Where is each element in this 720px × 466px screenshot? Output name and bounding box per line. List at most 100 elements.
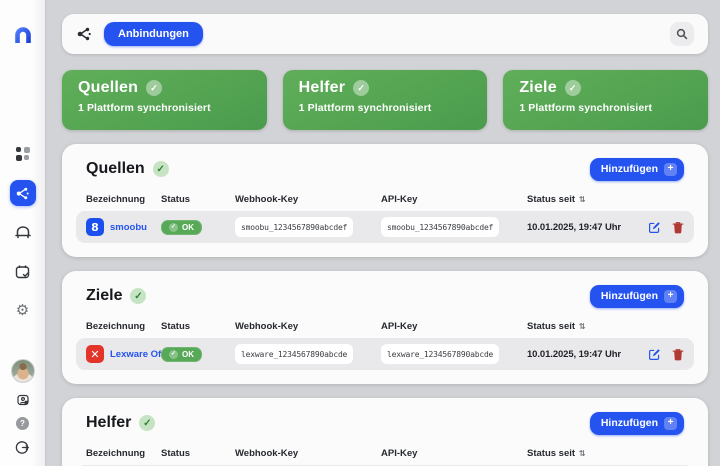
- col-bezeichnung: Bezeichnung: [86, 321, 161, 332]
- col-webhook-key: Webhook-Key: [235, 194, 381, 205]
- add-button-label: Hinzufügen: [601, 290, 658, 302]
- summary-card-title: Helfer: [299, 79, 346, 97]
- add-button[interactable]: Hinzufügen +: [590, 285, 684, 308]
- delete-button[interactable]: [672, 221, 684, 234]
- summary-card-helfer[interactable]: Helfer ✓ 1 Plattform synchronisiert: [283, 70, 488, 130]
- smoobu-logo: 8: [86, 218, 104, 236]
- col-api-key: API-Key: [381, 321, 527, 332]
- plus-icon: +: [664, 163, 677, 176]
- check-circle-icon: ✓: [169, 223, 178, 232]
- col-bezeichnung: Bezeichnung: [86, 448, 161, 459]
- summary-card-ziele[interactable]: Ziele ✓ 1 Plattform synchronisiert: [503, 70, 708, 130]
- sidebar-item-anbindungen[interactable]: [10, 180, 36, 206]
- lexware-logo: ✕: [86, 345, 104, 363]
- col-status-seit[interactable]: Status seit ⇅: [527, 321, 642, 332]
- platform-name-link[interactable]: smoobu: [110, 222, 147, 233]
- add-button-label: Hinzufügen: [601, 417, 658, 429]
- section-title: Helfer: [86, 414, 131, 432]
- sort-icon: ⇅: [579, 449, 586, 458]
- add-button[interactable]: Hinzufügen +: [590, 158, 684, 181]
- summary-card-subtitle: 1 Plattform synchronisiert: [78, 102, 251, 114]
- col-status-seit[interactable]: Status seit ⇅: [527, 194, 642, 205]
- main-content: Anbindungen Quellen ✓ 1 Plattform synchr…: [46, 0, 720, 466]
- table-header: Bezeichnung Status Webhook-Key API-Key S…: [76, 321, 694, 332]
- edit-icon: [648, 348, 661, 361]
- hebily-logo[interactable]: [13, 26, 33, 49]
- col-status: Status: [161, 321, 235, 332]
- check-circle-icon: ✓: [565, 80, 581, 96]
- feedback-icon: [16, 393, 30, 407]
- col-webhook-key: Webhook-Key: [235, 321, 381, 332]
- section-quellen: Quellen ✓ Hinzufügen + Bezeichnung Statu…: [62, 144, 708, 257]
- anbindungen-nav-button[interactable]: Anbindungen: [104, 22, 203, 46]
- dashboard-grid-icon: [16, 147, 30, 161]
- search-button[interactable]: [670, 22, 694, 46]
- calendar-check-icon: [14, 263, 31, 280]
- connections-nodes-icon: [76, 26, 92, 42]
- connections-nodes-icon: [15, 186, 30, 201]
- sort-icon: ⇅: [579, 322, 586, 331]
- search-icon: [676, 28, 688, 40]
- status-since: 10.01.2025, 19:47 Uhr: [527, 349, 642, 360]
- gear-icon: ⚙: [16, 303, 29, 318]
- check-circle-icon: ✓: [130, 288, 146, 304]
- edit-button[interactable]: [648, 221, 661, 234]
- summary-card-subtitle: 1 Plattform synchronisiert: [299, 102, 472, 114]
- api-key-input[interactable]: [381, 344, 499, 364]
- section-title: Ziele: [86, 287, 122, 305]
- sidebar-item-properties[interactable]: [10, 219, 36, 245]
- status-badge: ✓ OK: [161, 347, 202, 362]
- sidebar: ⚙ ?: [0, 0, 46, 466]
- plus-icon: +: [664, 417, 677, 430]
- webhook-key-input[interactable]: [235, 344, 353, 364]
- col-api-key: API-Key: [381, 194, 527, 205]
- plus-icon: +: [664, 290, 677, 303]
- section-ziele: Ziele ✓ Hinzufügen + Bezeichnung Status …: [62, 271, 708, 384]
- edit-icon: [648, 221, 661, 234]
- col-status-seit[interactable]: Status seit ⇅: [527, 448, 642, 459]
- sidebar-item-settings[interactable]: ⚙: [10, 297, 36, 323]
- add-button-label: Hinzufügen: [601, 163, 658, 175]
- add-button[interactable]: Hinzufügen +: [590, 412, 684, 435]
- webhook-key-input[interactable]: [235, 217, 353, 237]
- edit-button[interactable]: [648, 348, 661, 361]
- check-circle-icon: ✓: [169, 350, 178, 359]
- sort-icon: ⇅: [579, 195, 586, 204]
- topbar: Anbindungen: [62, 14, 708, 54]
- section-helfer: Helfer ✓ Hinzufügen + Bezeichnung Status…: [62, 398, 708, 466]
- col-bezeichnung: Bezeichnung: [86, 194, 161, 205]
- check-circle-icon: ✓: [139, 415, 155, 431]
- summary-card-subtitle: 1 Plattform synchronisiert: [519, 102, 692, 114]
- summary-cards: Quellen ✓ 1 Plattform synchronisiert Hel…: [62, 70, 708, 130]
- check-circle-icon: ✓: [353, 80, 369, 96]
- table-row: ✕ Lexware Office ✓ OK 10.01.2025, 19:47 …: [76, 338, 694, 370]
- summary-card-title: Ziele: [519, 79, 556, 97]
- bed-icon: [14, 224, 32, 240]
- sidebar-nav: ⚙: [10, 141, 36, 323]
- table-row: 8 smoobu ✓ OK 10.01.2025, 19:47 Uhr: [76, 211, 694, 243]
- col-api-key: API-Key: [381, 448, 527, 459]
- delete-button[interactable]: [672, 348, 684, 361]
- trash-icon: [672, 348, 684, 361]
- logout-icon: [15, 440, 30, 455]
- col-status: Status: [161, 194, 235, 205]
- sidebar-footer: ?: [10, 359, 36, 456]
- summary-card-title: Quellen: [78, 79, 138, 97]
- sidebar-item-dashboard[interactable]: [10, 141, 36, 167]
- col-webhook-key: Webhook-Key: [235, 448, 381, 459]
- summary-card-quellen[interactable]: Quellen ✓ 1 Plattform synchronisiert: [62, 70, 267, 130]
- status-badge: ✓ OK: [161, 220, 202, 235]
- status-since: 10.01.2025, 19:47 Uhr: [527, 222, 642, 233]
- sidebar-item-calendar[interactable]: [10, 258, 36, 284]
- check-circle-icon: ✓: [146, 80, 162, 96]
- sidebar-item-feedback[interactable]: [10, 391, 36, 409]
- col-status: Status: [161, 448, 235, 459]
- user-avatar[interactable]: [11, 359, 35, 383]
- check-circle-icon: ✓: [153, 161, 169, 177]
- table-header: Bezeichnung Status Webhook-Key API-Key S…: [76, 448, 694, 459]
- help-icon[interactable]: ?: [16, 417, 29, 430]
- sidebar-item-logout[interactable]: [10, 438, 36, 456]
- api-key-input[interactable]: [381, 217, 499, 237]
- section-title: Quellen: [86, 160, 145, 178]
- table-header: Bezeichnung Status Webhook-Key API-Key S…: [76, 194, 694, 205]
